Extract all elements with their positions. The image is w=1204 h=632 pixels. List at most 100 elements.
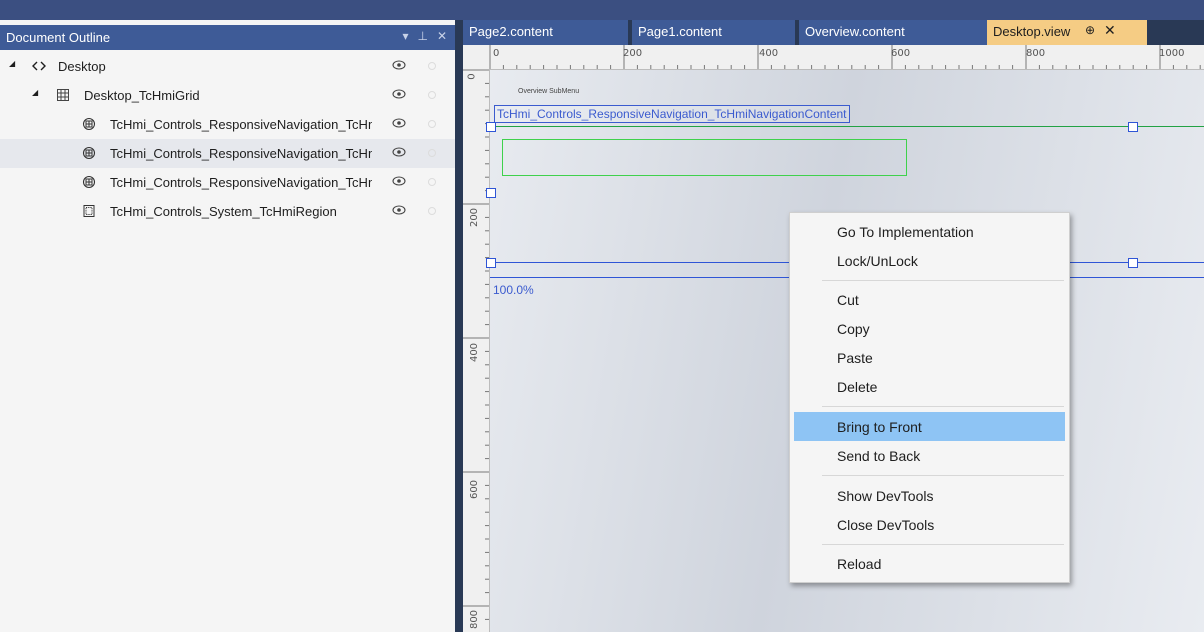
resize-handle[interactable] bbox=[486, 122, 496, 132]
menu-item-go-to-implementation[interactable]: Go To Implementation bbox=[794, 217, 1065, 246]
menu-item-show-devtools[interactable]: Show DevTools bbox=[794, 481, 1065, 510]
expand-arrow-icon[interactable]: ◢ bbox=[32, 88, 38, 97]
panel-splitter[interactable] bbox=[455, 20, 463, 632]
dropdown-icon[interactable]: ▾ bbox=[402, 29, 408, 43]
menu-item-cut[interactable]: Cut bbox=[794, 285, 1065, 314]
code-tag-icon bbox=[32, 61, 46, 71]
outline-header: Document Outline ▾ ⊥ ✕ bbox=[0, 25, 455, 50]
tab-label: Overview.content bbox=[805, 24, 905, 39]
ruler-label: 0 bbox=[493, 48, 500, 59]
tab-label: Page1.content bbox=[638, 24, 722, 39]
ruler-label: 600 bbox=[891, 48, 911, 59]
menu-item-delete[interactable]: Delete bbox=[794, 372, 1065, 401]
menu-separator bbox=[822, 406, 1064, 407]
ruler-label: 800 bbox=[469, 609, 481, 630]
control-bounds[interactable] bbox=[502, 139, 907, 176]
pin-tab-icon[interactable]: ⊕ bbox=[1085, 23, 1095, 37]
menu-item-bring-to-front[interactable]: Bring to Front bbox=[794, 412, 1065, 441]
navigation-control-icon bbox=[82, 175, 96, 189]
eye-icon[interactable] bbox=[392, 174, 406, 188]
close-tab-icon[interactable]: ✕ bbox=[1104, 22, 1116, 39]
menu-item-label: Reload bbox=[837, 556, 882, 572]
navigation-control-icon bbox=[82, 146, 96, 160]
tree-item-desktop-grid[interactable]: ◢ Desktop_TcHmiGrid bbox=[0, 81, 455, 110]
lock-dot-icon[interactable] bbox=[428, 149, 436, 157]
menu-item-label: Close DevTools bbox=[837, 517, 935, 533]
ruler-ticks bbox=[489, 45, 1201, 69]
tab-desktop-view[interactable]: Desktop.view ⊕ ✕ bbox=[987, 20, 1147, 45]
lock-dot-icon[interactable] bbox=[428, 62, 436, 70]
window-top-strip bbox=[0, 0, 1204, 20]
menu-item-label: Cut bbox=[837, 292, 859, 308]
ruler-label: 200 bbox=[469, 207, 481, 228]
tree-item-label: TcHmi_Controls_ResponsiveNavigation_TcHm… bbox=[110, 175, 372, 190]
menu-item-label: Copy bbox=[837, 321, 870, 337]
tab-page2-content[interactable]: Page2.content bbox=[463, 20, 628, 45]
ruler-label: 1000 bbox=[1159, 48, 1185, 59]
resize-handle[interactable] bbox=[1128, 258, 1138, 268]
expand-arrow-icon[interactable]: ◢ bbox=[9, 59, 15, 68]
lock-dot-icon[interactable] bbox=[428, 178, 436, 186]
tree-item-region[interactable]: TcHmi_Controls_System_TcHmiRegion bbox=[0, 197, 455, 226]
outline-tree: ◢ Desktop ◢ Desktop_TcHmiGrid TcHmi_Cont… bbox=[0, 52, 455, 226]
eye-icon[interactable] bbox=[392, 203, 406, 217]
menu-item-lock-unlock[interactable]: Lock/UnLock bbox=[794, 246, 1065, 275]
grid-icon bbox=[57, 89, 69, 101]
menu-separator bbox=[822, 544, 1064, 545]
tree-item-navigation-content-3[interactable]: TcHmi_Controls_ResponsiveNavigation_TcHm… bbox=[0, 168, 455, 197]
menu-item-label: Go To Implementation bbox=[837, 224, 974, 240]
tree-item-label: TcHmi_Controls_System_TcHmiRegion bbox=[110, 204, 337, 219]
pin-icon[interactable]: ⊥ bbox=[417, 29, 427, 43]
menu-item-label: Send to Back bbox=[837, 448, 921, 464]
menu-item-label: Lock/UnLock bbox=[837, 253, 918, 269]
zoom-label: 100.0% bbox=[493, 283, 534, 297]
eye-icon[interactable] bbox=[392, 145, 406, 159]
ruler-label: 400 bbox=[469, 342, 481, 363]
ruler-label: 0 bbox=[466, 73, 478, 80]
eye-icon[interactable] bbox=[392, 58, 406, 72]
menu-item-label: Show DevTools bbox=[837, 488, 934, 504]
lock-dot-icon[interactable] bbox=[428, 91, 436, 99]
tree-item-label: Desktop_TcHmiGrid bbox=[84, 88, 200, 103]
ruler-label: 800 bbox=[1026, 48, 1046, 59]
menu-item-label: Bring to Front bbox=[837, 419, 922, 435]
tree-item-label: TcHmi_Controls_ResponsiveNavigation_TcHm… bbox=[110, 146, 372, 161]
tab-overview-content[interactable]: Overview.content bbox=[799, 20, 987, 45]
navigation-control-icon bbox=[82, 117, 96, 131]
vertical-ruler: 0 200 400 600 800 bbox=[463, 69, 490, 632]
lock-dot-icon[interactable] bbox=[428, 207, 436, 215]
ruler-label: 400 bbox=[759, 48, 779, 59]
horizontal-ruler: 0 200 400 600 800 1000 bbox=[463, 45, 1204, 70]
lock-dot-icon[interactable] bbox=[428, 120, 436, 128]
menu-separator bbox=[822, 475, 1064, 476]
tree-item-navigation-content-1[interactable]: TcHmi_Controls_ResponsiveNavigation_TcHm… bbox=[0, 110, 455, 139]
tab-page1-content[interactable]: Page1.content bbox=[632, 20, 795, 45]
navigation-preview-text: Overview SubMenu bbox=[518, 88, 580, 95]
selected-control-label: TcHmi_Controls_ResponsiveNavigation_TcHm… bbox=[494, 105, 850, 123]
ruler-label: 200 bbox=[623, 48, 643, 59]
menu-separator bbox=[822, 280, 1064, 281]
close-icon[interactable]: ✕ bbox=[437, 29, 447, 43]
menu-item-close-devtools[interactable]: Close DevTools bbox=[794, 510, 1065, 539]
tab-label: Page2.content bbox=[469, 24, 553, 39]
menu-item-reload[interactable]: Reload bbox=[794, 549, 1065, 578]
resize-handle[interactable] bbox=[486, 258, 496, 268]
selection-guide-line bbox=[490, 126, 1204, 127]
tree-item-navigation-content-2[interactable]: TcHmi_Controls_ResponsiveNavigation_TcHm… bbox=[0, 139, 455, 168]
document-outline-panel: Document Outline ▾ ⊥ ✕ ◢ Desktop ◢ Deskt… bbox=[0, 20, 455, 632]
menu-item-send-to-back[interactable]: Send to Back bbox=[794, 441, 1065, 470]
region-control-icon bbox=[83, 205, 95, 217]
resize-handle[interactable] bbox=[486, 188, 496, 198]
eye-icon[interactable] bbox=[392, 116, 406, 130]
menu-item-paste[interactable]: Paste bbox=[794, 343, 1065, 372]
tree-item-label: TcHmi_Controls_ResponsiveNavigation_TcHm… bbox=[110, 117, 372, 132]
eye-icon[interactable] bbox=[392, 87, 406, 101]
tree-item-desktop[interactable]: ◢ Desktop bbox=[0, 52, 455, 81]
tree-item-label: Desktop bbox=[58, 59, 106, 74]
context-menu: Go To Implementation Lock/UnLock Cut Cop… bbox=[789, 212, 1070, 583]
menu-item-label: Delete bbox=[837, 379, 878, 395]
outline-title: Document Outline bbox=[6, 30, 111, 45]
menu-item-copy[interactable]: Copy bbox=[794, 314, 1065, 343]
tab-label: Desktop.view bbox=[993, 24, 1071, 39]
resize-handle[interactable] bbox=[1128, 122, 1138, 132]
